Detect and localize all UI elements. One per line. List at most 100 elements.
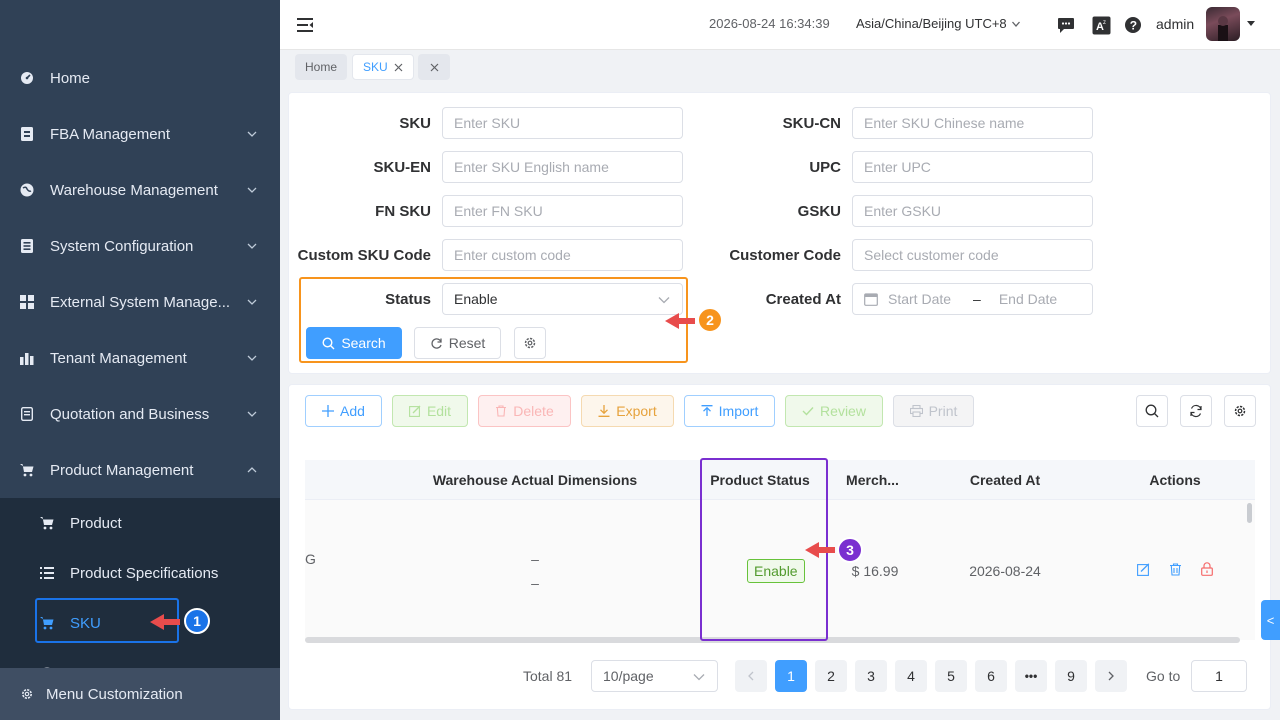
cell-partial: G [305, 551, 316, 567]
sidebar-subitem-specifications[interactable]: Product Specifications [0, 548, 280, 598]
chevron-down-icon [247, 131, 257, 137]
dashboard-icon [20, 71, 34, 85]
sku-cn-placeholder: Enter SKU Chinese name [864, 115, 1025, 131]
sidebar-item-external-system[interactable]: External System Manage... [0, 274, 280, 330]
delete-button[interactable]: Delete [478, 395, 571, 427]
sku-en-label: SKU-EN [373, 159, 431, 176]
sku-cn-input[interactable]: Enter SKU Chinese name [852, 107, 1093, 139]
tag-sku[interactable]: SKU [352, 54, 414, 80]
help-icon[interactable]: ? [1123, 15, 1143, 35]
print-button[interactable]: Print [893, 395, 974, 427]
upc-placeholder: Enter UPC [864, 159, 931, 175]
page-6[interactable]: 6 [975, 660, 1007, 692]
edit-button-label: Edit [426, 403, 452, 419]
refresh-button[interactable] [1180, 395, 1212, 427]
arrow-left-icon [805, 542, 835, 558]
caret-down-icon[interactable] [1246, 20, 1256, 28]
menu-customization[interactable]: Menu Customization [0, 668, 280, 720]
menu-fold-icon[interactable] [297, 17, 313, 33]
gsku-placeholder: Enter GSKU [864, 203, 942, 219]
check-icon [802, 407, 814, 416]
grid-icon [20, 295, 34, 309]
gsku-label: GSKU [797, 203, 841, 220]
close-all-tags-button[interactable] [418, 54, 450, 80]
trash-icon[interactable] [1169, 563, 1182, 576]
sidebar-item-label: External System Manage... [50, 293, 231, 311]
sku-en-input[interactable]: Enter SKU English name [442, 151, 683, 183]
vertical-scrollbar[interactable] [1247, 503, 1252, 523]
timezone-select[interactable]: Asia/China/Beijing UTC+8 [856, 16, 1021, 31]
page-5[interactable]: 5 [935, 660, 967, 692]
created-at-range[interactable]: Start Date – End Date [852, 283, 1093, 315]
import-button[interactable]: Import [684, 395, 775, 427]
quote-icon [20, 407, 34, 421]
column-settings-button[interactable] [1224, 395, 1256, 427]
sidebar-item-warehouse[interactable]: Warehouse Management [0, 162, 280, 218]
customer-code-label: Customer Code [729, 247, 841, 264]
list-icon [40, 566, 54, 580]
top-header: 2026-08-24 16:34:39 Asia/China/Beijing U… [280, 0, 1280, 50]
goto-page-value: 1 [1215, 668, 1223, 684]
custom-sku-input[interactable]: Enter custom code [442, 239, 683, 271]
tag-home[interactable]: Home [295, 54, 348, 80]
print-button-label: Print [928, 403, 958, 419]
page-2[interactable]: 2 [815, 660, 847, 692]
chevron-down-icon [247, 411, 257, 417]
edit-icon[interactable] [1137, 563, 1150, 576]
sidebar-subitem-partial[interactable] [0, 648, 280, 668]
export-button[interactable]: Export [581, 395, 674, 427]
sidebar-item-label: FBA Management [50, 125, 171, 143]
page-4[interactable]: 4 [895, 660, 927, 692]
lock-icon[interactable] [1201, 562, 1213, 576]
bar-chart-icon [20, 351, 34, 365]
column-header-actions[interactable]: Actions [1125, 472, 1225, 488]
upc-input[interactable]: Enter UPC [852, 151, 1093, 183]
column-header-merchant[interactable]: Merch... [835, 472, 910, 488]
page-more[interactable]: ••• [1015, 660, 1047, 692]
goto-label: Go to [1146, 668, 1181, 684]
prev-page-button[interactable] [735, 660, 767, 692]
review-button-label: Review [820, 403, 866, 419]
page-1[interactable]: 1 [775, 660, 807, 692]
sidebar-subitem-product[interactable]: Product [0, 498, 280, 548]
toggle-search-button[interactable] [1136, 395, 1168, 427]
username[interactable]: admin [1156, 16, 1194, 32]
page-3[interactable]: 3 [855, 660, 887, 692]
translate-icon[interactable]: Az [1091, 15, 1111, 35]
search-icon [1145, 404, 1159, 418]
cell-created-at: 2026-08-24 [969, 563, 1041, 579]
gsku-input[interactable]: Enter GSKU [852, 195, 1093, 227]
delete-button-label: Delete [513, 403, 554, 419]
sidebar-item-product-management[interactable]: Product Management [0, 442, 280, 498]
review-button[interactable]: Review [785, 395, 883, 427]
sidebar-item-quotation[interactable]: Quotation and Business [0, 386, 280, 442]
fba-icon [20, 127, 34, 141]
column-header-created-at[interactable]: Created At [945, 472, 1065, 488]
avatar[interactable] [1206, 7, 1240, 41]
column-header-dimensions[interactable]: Warehouse Actual Dimensions [400, 472, 670, 488]
add-button[interactable]: Add [305, 395, 382, 427]
page-9[interactable]: 9 [1055, 660, 1087, 692]
message-icon[interactable] [1056, 15, 1076, 35]
sidebar-item-system-config[interactable]: System Configuration [0, 218, 280, 274]
sku-input[interactable]: Enter SKU [442, 107, 683, 139]
sidebar-item-label: System Configuration [50, 237, 194, 255]
sidebar-item-tenant[interactable]: Tenant Management [0, 330, 280, 386]
customer-code-select[interactable]: Select customer code [852, 239, 1093, 271]
add-button-label: Add [340, 403, 365, 419]
side-panel-toggle[interactable]: < [1261, 600, 1280, 640]
chevron-down-icon [1011, 21, 1020, 27]
next-page-button[interactable] [1095, 660, 1127, 692]
close-icon[interactable] [394, 63, 403, 72]
annotation-badge-3: 3 [837, 537, 863, 563]
goto-page-input[interactable]: 1 [1191, 660, 1247, 692]
upc-label: UPC [809, 159, 841, 176]
sidebar-item-fba[interactable]: FBA Management [0, 106, 280, 162]
sidebar-item-home[interactable]: Home [0, 50, 280, 106]
page-size-value: 10/page [603, 668, 654, 684]
total-count: Total 81 [523, 668, 573, 684]
gear-icon [1234, 405, 1246, 417]
edit-button[interactable]: Edit [392, 395, 468, 427]
page-size-select[interactable]: 10/page [591, 660, 718, 692]
fnsku-input[interactable]: Enter FN SKU [442, 195, 683, 227]
